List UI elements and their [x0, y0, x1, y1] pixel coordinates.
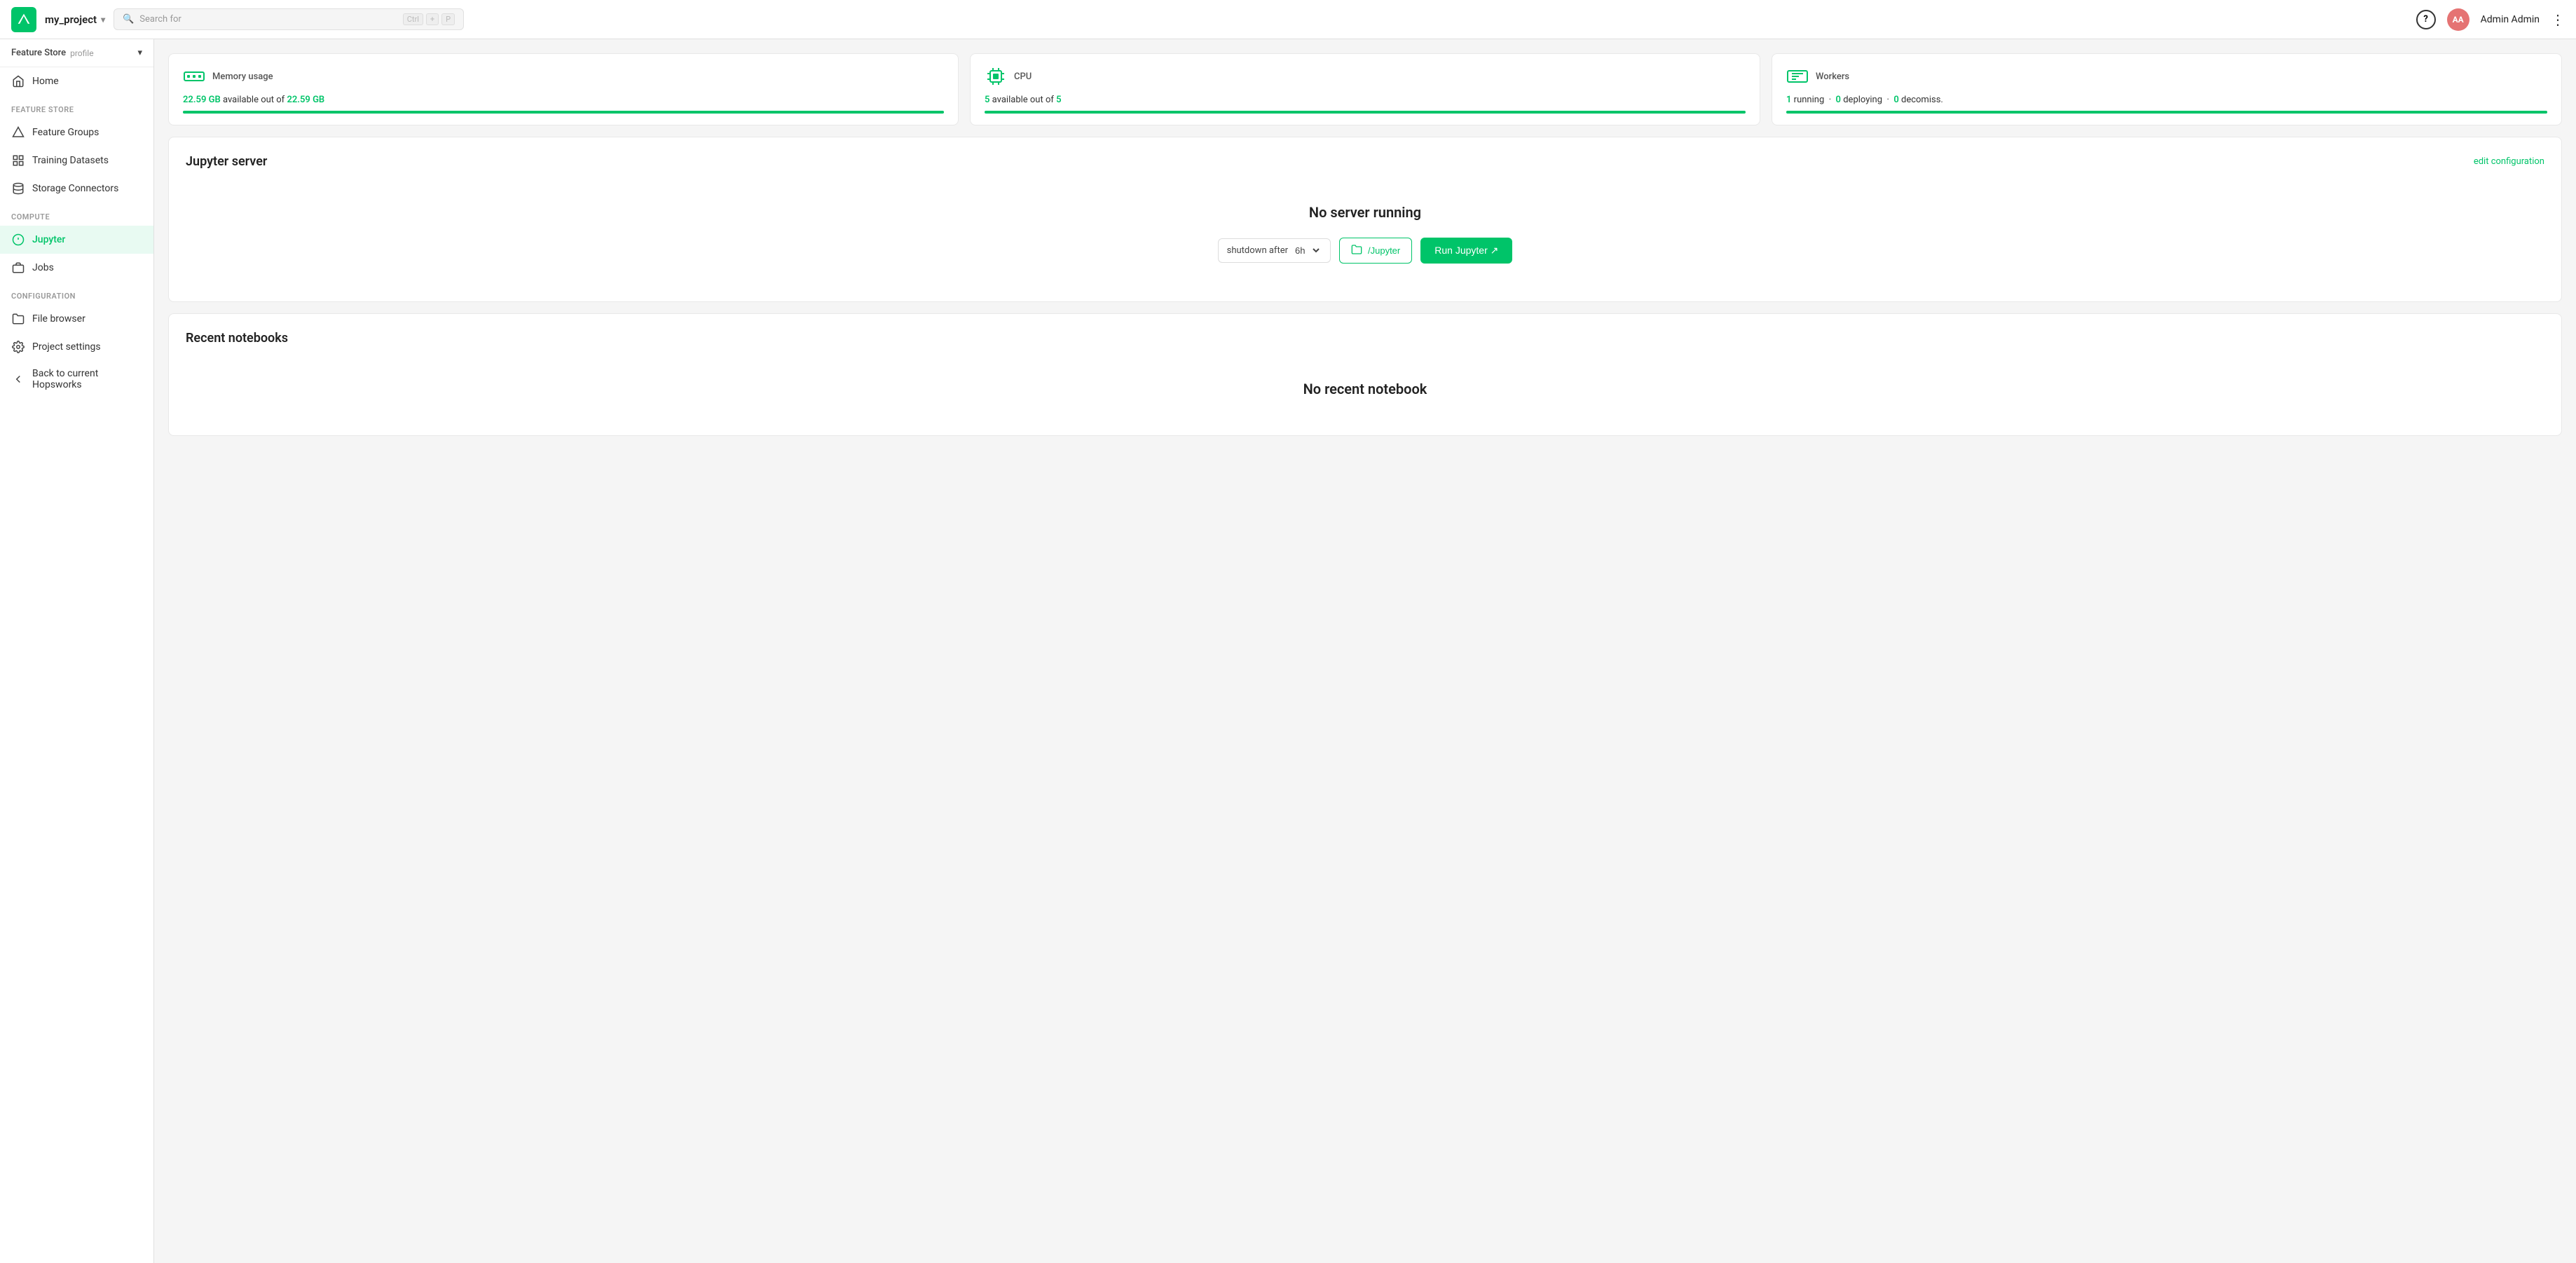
memory-value: 22.59 GB available out of 22.59 GB	[183, 95, 944, 105]
run-jupyter-label: Run Jupyter ↗	[1434, 245, 1498, 257]
run-jupyter-button[interactable]: Run Jupyter ↗	[1420, 238, 1512, 264]
sidebar-item-home[interactable]: Home	[0, 67, 153, 95]
training-datasets-label: Training Datasets	[32, 155, 109, 166]
section-feature-store: Feature Store	[0, 95, 153, 118]
workers-card: Workers 1 running · 0 deploying · 0 deco…	[1772, 53, 2562, 125]
settings-icon	[11, 340, 25, 354]
avatar[interactable]: AA	[2447, 8, 2469, 31]
edit-configuration-link[interactable]: edit configuration	[2474, 156, 2544, 167]
project-selector[interactable]: my_project ▾	[45, 13, 105, 26]
path-label: /Jupyter	[1368, 245, 1400, 256]
cpu-icon	[985, 65, 1007, 88]
shutdown-label: shutdown after	[1227, 245, 1288, 256]
memory-title: Memory usage	[212, 71, 273, 82]
workers-value: 1 running · 0 deploying · 0 decomiss.	[1786, 95, 2547, 105]
project-settings-label: Project settings	[32, 341, 101, 353]
home-label: Home	[32, 76, 59, 87]
jobs-label: Jobs	[32, 262, 54, 273]
section-configuration: Configuration	[0, 282, 153, 305]
folder-icon	[11, 312, 25, 326]
workers-icon	[1786, 65, 1809, 88]
workers-title: Workers	[1816, 71, 1849, 82]
sidebar-item-feature-groups[interactable]: Feature Groups	[0, 118, 153, 146]
back-label: Back to current Hopsworks	[32, 368, 142, 390]
path-button[interactable]: /Jupyter	[1339, 238, 1412, 264]
feature-groups-label: Feature Groups	[32, 127, 99, 138]
memory-bar	[183, 111, 944, 114]
sidebar-selector[interactable]: Feature Store profile ▾	[0, 39, 153, 67]
triangle-icon	[11, 125, 25, 139]
content-area: Memory usage 22.59 GB available out of 2…	[154, 39, 2576, 1263]
no-recent-text: No recent notebook	[1303, 381, 1427, 397]
sidebar-item-jobs[interactable]: Jobs	[0, 254, 153, 282]
search-shortcut: Ctrl + P	[403, 13, 455, 25]
search-icon: 🔍	[123, 14, 134, 25]
menu-button[interactable]: ⋮	[2551, 11, 2565, 28]
search-bar[interactable]: 🔍 Search for Ctrl + P	[114, 8, 464, 30]
cpu-value: 5 available out of 5	[985, 95, 1746, 105]
app-logo[interactable]	[11, 7, 36, 32]
notebooks-panel-title: Recent notebooks	[186, 331, 288, 346]
username-label: Admin Admin	[2481, 14, 2540, 25]
stats-row: Memory usage 22.59 GB available out of 2…	[168, 53, 2562, 125]
project-name: my_project	[45, 13, 97, 26]
file-browser-label: File browser	[32, 313, 85, 325]
back-icon	[11, 372, 25, 386]
sidebar-item-file-browser[interactable]: File browser	[0, 305, 153, 333]
jupyter-controls: shutdown after 1h 2h 6h 12h 24h	[1218, 238, 1513, 264]
cpu-card: CPU 5 available out of 5	[970, 53, 1760, 125]
selector-chevron-icon: ▾	[137, 48, 142, 58]
help-button[interactable]: ?	[2416, 10, 2436, 29]
grid-icon	[11, 153, 25, 168]
jupyter-panel: Jupyter server edit configuration No ser…	[168, 137, 2562, 302]
no-server-text: No server running	[1309, 204, 1421, 221]
topbar-right: ? AA Admin Admin ⋮	[2416, 8, 2565, 31]
section-compute: Compute	[0, 203, 153, 226]
home-icon	[11, 74, 25, 88]
cpu-title: CPU	[1014, 71, 1032, 82]
shutdown-time-select[interactable]: 1h 2h 6h 12h 24h	[1292, 245, 1322, 257]
jupyter-body: No server running shutdown after 1h 2h 6…	[186, 183, 2544, 285]
topbar: my_project ▾ 🔍 Search for Ctrl + P ? AA …	[0, 0, 2576, 39]
recent-notebooks-body: No recent notebook	[186, 360, 2544, 418]
memory-card: Memory usage 22.59 GB available out of 2…	[168, 53, 959, 125]
chevron-down-icon: ▾	[101, 15, 105, 25]
shutdown-select[interactable]: shutdown after 1h 2h 6h 12h 24h	[1218, 238, 1331, 263]
selector-profile: profile	[70, 48, 93, 58]
selector-name: Feature Store	[11, 48, 66, 58]
database-icon	[11, 182, 25, 196]
recent-notebooks-panel: Recent notebooks No recent notebook	[168, 313, 2562, 436]
jupyter-panel-title: Jupyter server	[186, 154, 267, 169]
briefcase-icon	[11, 261, 25, 275]
sidebar-item-storage-connectors[interactable]: Storage Connectors	[0, 175, 153, 203]
memory-icon	[183, 65, 205, 88]
search-placeholder: Search for	[139, 14, 181, 25]
cpu-bar	[985, 111, 1746, 114]
sidebar: Feature Store profile ▾ Home Feature Sto…	[0, 39, 154, 1263]
storage-connectors-label: Storage Connectors	[32, 183, 118, 194]
notebooks-panel-header: Recent notebooks	[186, 331, 2544, 346]
jupyter-label: Jupyter	[32, 234, 65, 245]
sidebar-item-training-datasets[interactable]: Training Datasets	[0, 146, 153, 175]
jupyter-panel-header: Jupyter server edit configuration	[186, 154, 2544, 169]
jupyter-icon	[11, 233, 25, 247]
sidebar-item-jupyter[interactable]: Jupyter	[0, 226, 153, 254]
workers-bar	[1786, 111, 2547, 114]
main-layout: Feature Store profile ▾ Home Feature Sto…	[0, 39, 2576, 1263]
sidebar-item-back[interactable]: Back to current Hopsworks	[0, 361, 153, 397]
sidebar-item-project-settings[interactable]: Project settings	[0, 333, 153, 361]
folder-open-icon	[1351, 244, 1362, 257]
